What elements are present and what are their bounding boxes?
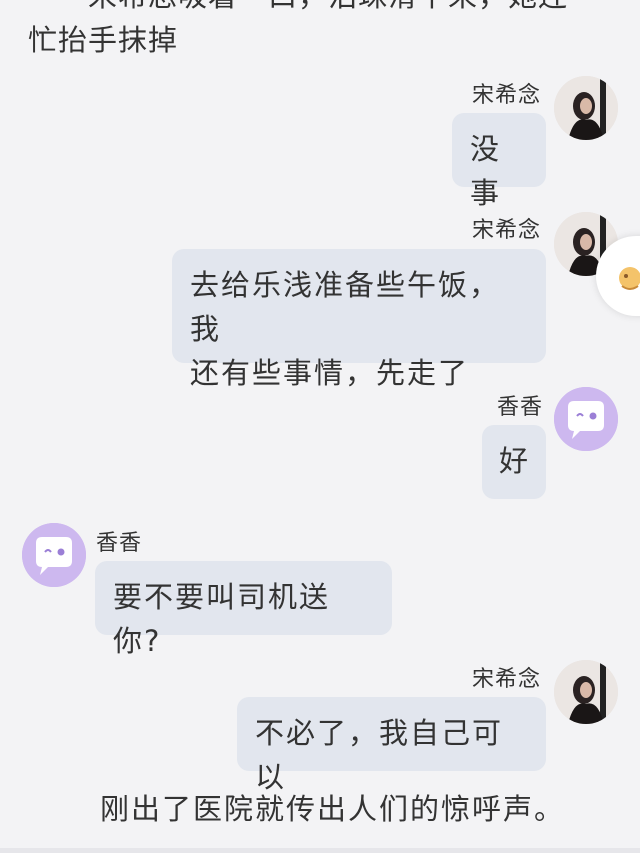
woman-portrait-icon xyxy=(554,660,618,724)
photo-avatar[interactable] xyxy=(554,76,618,140)
message-bubble: 没事 xyxy=(452,113,546,210)
divider xyxy=(0,848,640,853)
photo-avatar[interactable] xyxy=(554,660,618,724)
mascot-avatar[interactable] xyxy=(22,523,86,587)
message-bubble: 去给乐浅准备些午饭，我 还有些事情，先走了 xyxy=(172,249,546,390)
chat-story-page: 宋希念吸着一口，泪珠滑下来，她连 忙抬手抹掉 宋希念 没事 宋希念 xyxy=(0,0,640,853)
message-bubble: 要不要叫司机送你? xyxy=(95,561,392,658)
message-line: 去给乐浅准备些午饭，我 xyxy=(190,268,501,346)
message-bubble: 好 xyxy=(482,425,546,499)
narration-line-partial: 宋希念吸着一口，泪珠滑下来，她连 xyxy=(28,0,628,18)
mascot-avatar[interactable] xyxy=(554,387,618,451)
paw-icon xyxy=(619,267,640,290)
chat-bubble-mascot-icon xyxy=(554,387,618,451)
message-bubble: 不必了，我自己可以 xyxy=(237,697,546,794)
story-narration-top: 宋希念吸着一口，泪珠滑下来，她连 忙抬手抹掉 xyxy=(28,0,628,62)
narration-line: 忙抬手抹掉 xyxy=(28,23,179,57)
sender-name: 宋希念 xyxy=(472,83,542,108)
story-narration: 刚出了医院就传出人们的惊呼声。 xyxy=(100,792,566,826)
sender-name: 宋希念 xyxy=(472,667,542,692)
woman-portrait-icon xyxy=(554,76,618,140)
sender-name: 香香 xyxy=(497,395,544,420)
chat-bubble-mascot-icon xyxy=(22,523,86,587)
sender-name: 香香 xyxy=(96,531,143,556)
message-line: 还有些事情，先走了 xyxy=(190,356,470,390)
sender-name: 宋希念 xyxy=(472,218,542,243)
